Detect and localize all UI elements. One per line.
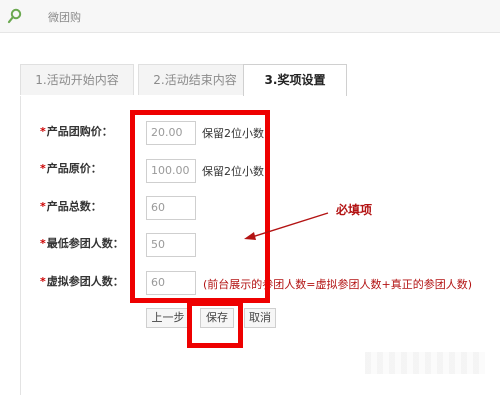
- annotation-arrow-icon: [244, 212, 329, 240]
- required-annotation: 必填项: [336, 203, 373, 217]
- watermark: [365, 352, 485, 374]
